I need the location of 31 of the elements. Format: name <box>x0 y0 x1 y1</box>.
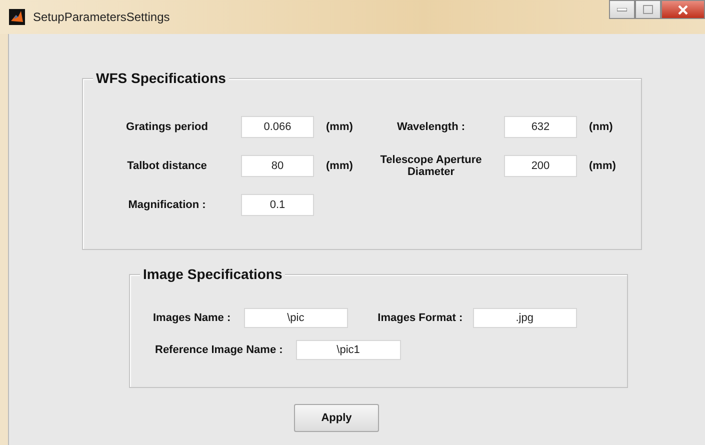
input-field[interactable]: \pic1 <box>296 340 401 360</box>
input-field[interactable]: \pic <box>244 308 348 328</box>
input-field[interactable]: 0.066 <box>241 116 314 138</box>
field-label: Reference Image Name : <box>155 344 283 356</box>
minimize-icon <box>617 8 627 12</box>
field-label: Talbot distance <box>126 160 208 172</box>
unit-label: (mm) <box>325 160 354 172</box>
close-button[interactable] <box>661 0 705 19</box>
unit-label: (mm) <box>588 160 617 172</box>
panel-title: Image Specifications <box>140 266 286 282</box>
field-label: Magnification : <box>127 199 207 211</box>
field-label: Images Name : <box>153 312 231 324</box>
input-field[interactable]: .jpg <box>472 308 577 328</box>
minimize-button[interactable] <box>609 0 635 19</box>
panel-title: WFS Specifications <box>93 70 229 86</box>
field-label: Wavelength : <box>396 121 466 133</box>
input-field[interactable]: 80 <box>241 155 314 177</box>
input-field[interactable]: 632 <box>504 116 577 138</box>
field-label: Gratings period <box>125 121 209 133</box>
apply-button[interactable]: Apply <box>294 404 379 432</box>
field-label: Telescope Aperture Diameter <box>379 154 483 178</box>
input-field[interactable]: 0.1 <box>241 194 314 216</box>
maximize-icon <box>643 5 653 14</box>
unit-label: (mm) <box>325 121 354 133</box>
window-title: SetupParametersSettings <box>33 10 170 24</box>
unit-label: (nm) <box>588 121 614 133</box>
app-icon <box>9 9 25 25</box>
maximize-button[interactable] <box>635 0 661 19</box>
field-label: Images Format : <box>378 312 463 324</box>
close-icon <box>678 4 688 14</box>
input-field[interactable]: 200 <box>504 155 577 177</box>
